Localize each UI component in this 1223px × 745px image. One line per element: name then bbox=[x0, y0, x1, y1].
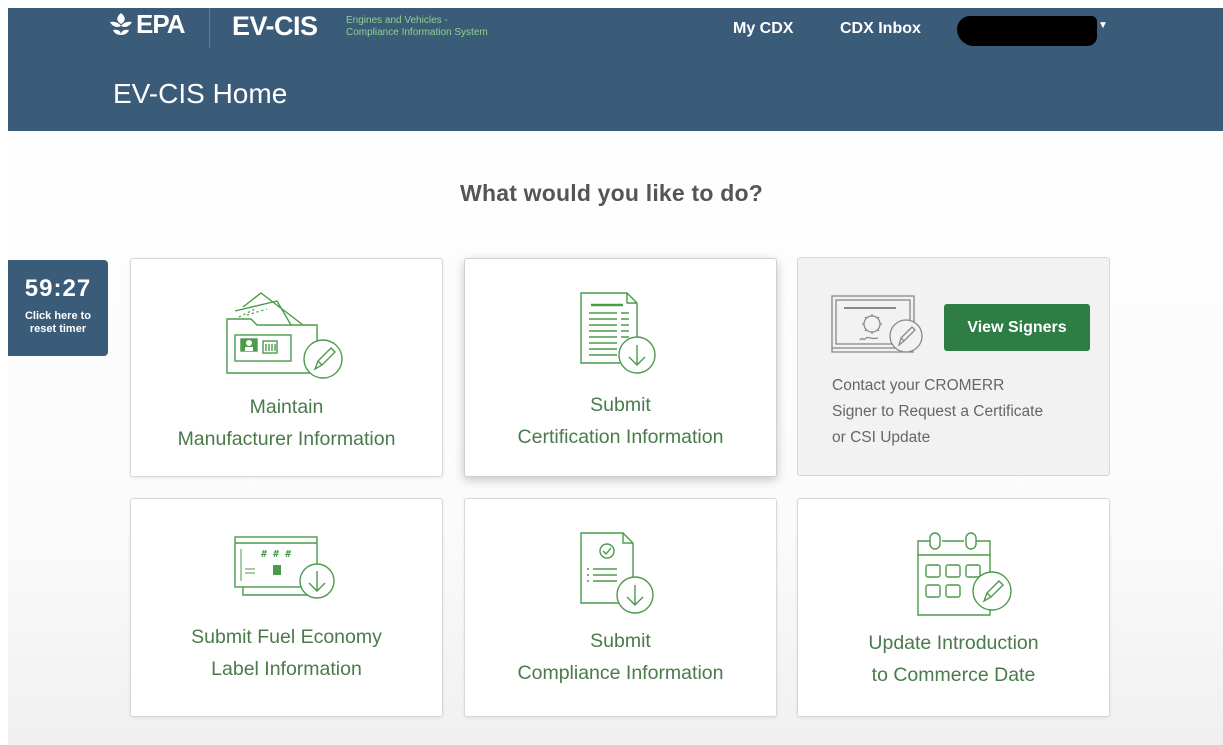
card-label: Submit Certification Information bbox=[465, 389, 776, 453]
folder-pencil-icon bbox=[226, 292, 343, 379]
signers-text-line3: or CSI Update bbox=[832, 429, 931, 446]
my-cdx-link[interactable]: My CDX bbox=[733, 20, 793, 38]
card-label-line2: to Commerce Date bbox=[871, 664, 1036, 686]
card-submit-fuel-economy[interactable]: # # # Submit Fuel Economy Label Informat… bbox=[130, 498, 443, 717]
document-download-icon bbox=[580, 292, 656, 374]
card-label-line2: Manufacturer Information bbox=[177, 428, 396, 450]
logo-divider bbox=[209, 8, 210, 48]
card-label: Submit Compliance Information bbox=[465, 625, 776, 689]
signers-text-line1: Contact your CROMERR bbox=[832, 377, 1005, 394]
compliance-document-download-icon bbox=[580, 532, 654, 614]
timer-value: 59:27 bbox=[24, 275, 92, 302]
card-label: Update Introduction to Commerce Date bbox=[798, 627, 1109, 691]
card-label-line1: Submit bbox=[590, 394, 651, 416]
card-submit-compliance[interactable]: Submit Compliance Information bbox=[464, 498, 777, 717]
epa-logo-text: EPA bbox=[136, 8, 186, 39]
session-timer[interactable]: 59:27 Click here to reset timer bbox=[8, 260, 108, 356]
epa-flower-icon bbox=[110, 13, 132, 35]
signers-description: Contact your CROMERR Signer to Request a… bbox=[832, 373, 1092, 451]
epa-logo[interactable]: EPA bbox=[108, 6, 208, 42]
certificate-pencil-icon bbox=[831, 295, 923, 353]
timer-hint-line2: reset timer bbox=[29, 323, 87, 335]
caret-down-icon[interactable]: ▼ bbox=[1098, 20, 1108, 31]
svg-text:# # #: # # # bbox=[261, 549, 291, 560]
calendar-pencil-icon bbox=[917, 532, 1012, 616]
card-label-line1: Maintain bbox=[249, 396, 324, 418]
app-full-name: Engines and Vehicles - Compliance Inform… bbox=[346, 15, 488, 39]
timer-hint: Click here to reset timer bbox=[8, 310, 108, 336]
signers-text-line2: Signer to Request a Certificate bbox=[832, 403, 1044, 420]
view-signers-button[interactable]: View Signers bbox=[944, 304, 1090, 351]
card-label-line2: Compliance Information bbox=[517, 662, 724, 684]
cdx-inbox-link[interactable]: CDX Inbox bbox=[840, 20, 921, 38]
app-full-name-line2: Compliance Information System bbox=[346, 27, 488, 38]
card-label-line1: Update Introduction bbox=[868, 632, 1039, 654]
card-label: Submit Fuel Economy Label Information bbox=[131, 621, 442, 685]
user-menu-redacted[interactable] bbox=[957, 16, 1097, 46]
page-title: EV-CIS Home bbox=[113, 78, 288, 109]
card-label-line2: Label Information bbox=[211, 658, 362, 680]
card-label-line2: Certification Information bbox=[517, 426, 724, 448]
card-label-line1: Submit bbox=[590, 630, 651, 652]
app-full-name-line1: Engines and Vehicles - bbox=[346, 15, 448, 26]
card-label: Maintain Manufacturer Information bbox=[131, 391, 442, 455]
card-label-line1: Submit Fuel Economy bbox=[191, 626, 382, 648]
prompt-heading: What would you like to do? bbox=[460, 180, 763, 206]
card-submit-certification[interactable]: Submit Certification Information bbox=[464, 258, 777, 477]
timer-hint-line1: Click here to bbox=[24, 310, 92, 322]
app-abbreviation[interactable]: EV-CIS bbox=[232, 11, 318, 42]
card-maintain-manufacturer[interactable]: Maintain Manufacturer Information bbox=[130, 258, 443, 477]
card-update-commerce-date[interactable]: Update Introduction to Commerce Date bbox=[797, 498, 1110, 717]
card-view-signers: Contact your CROMERR Signer to Request a… bbox=[797, 257, 1110, 476]
fuel-label-download-icon: # # # bbox=[234, 536, 335, 599]
